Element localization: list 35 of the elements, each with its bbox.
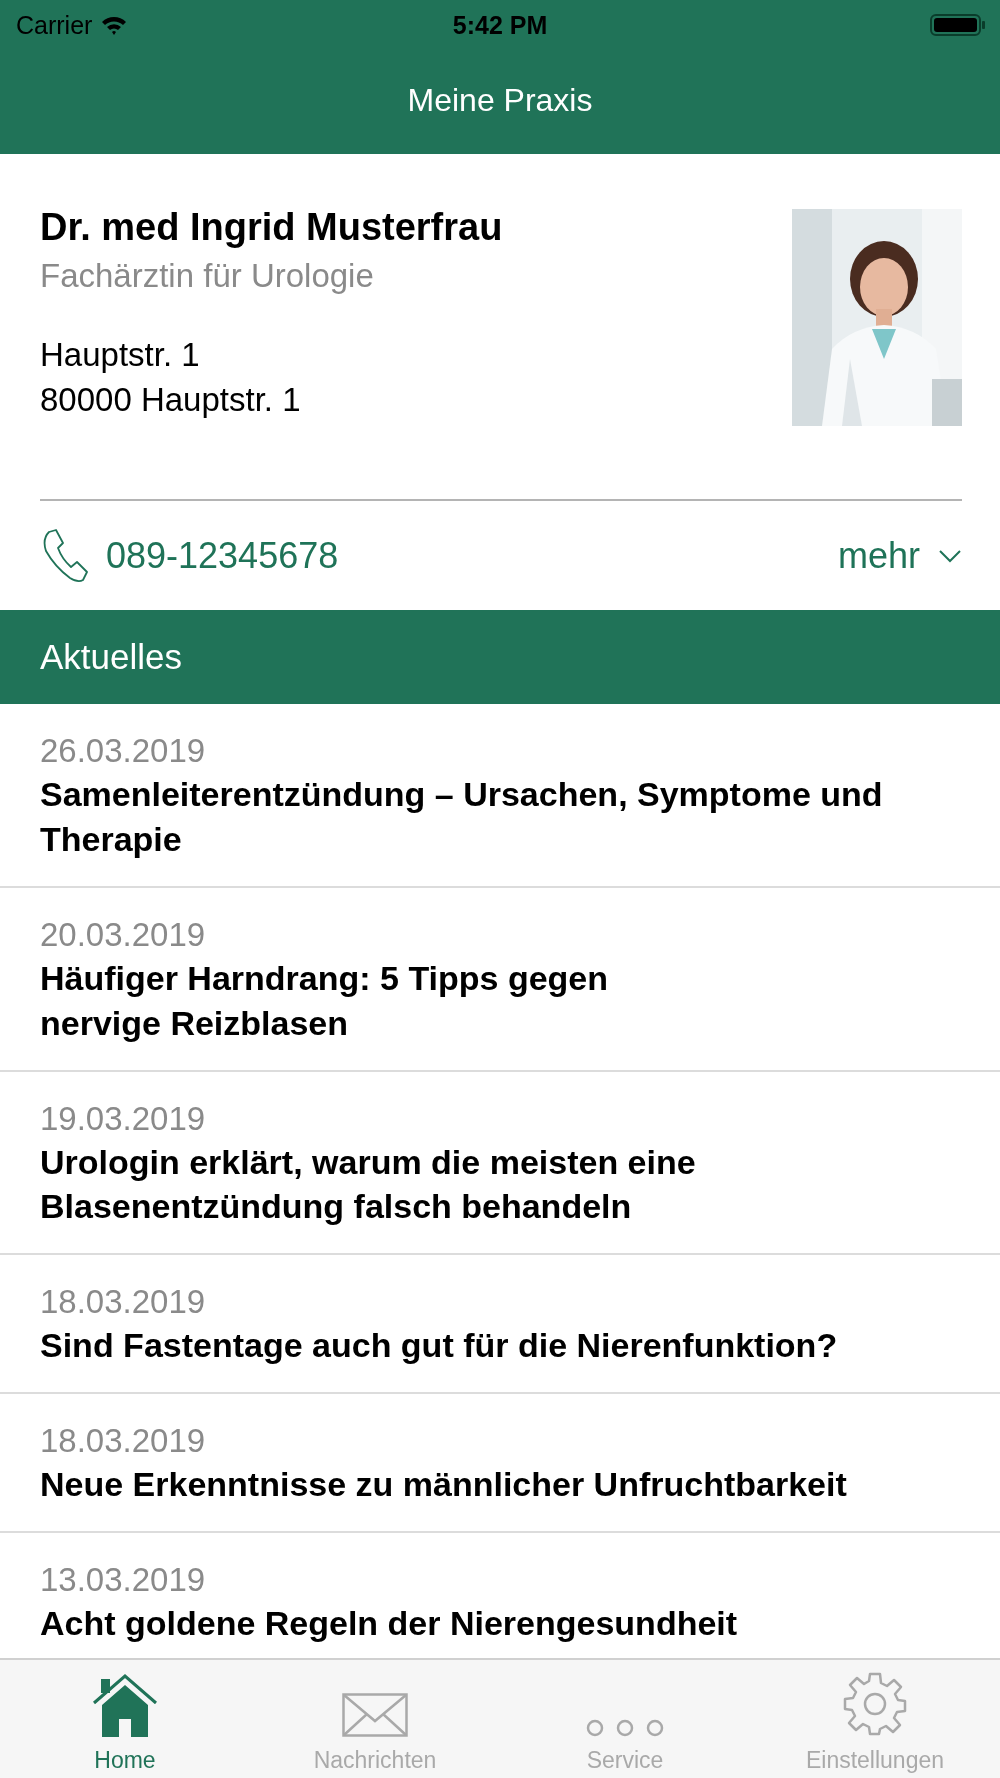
phone-link[interactable]: 089-12345678 [40, 528, 339, 583]
news-title: Samenleiterentzündung – Ursachen, Symptome und Therapie [40, 774, 884, 860]
carrier-label: Carrier [16, 10, 93, 40]
tab-item[interactable]: Home [0, 1660, 250, 1778]
news-title: Acht goldene Regeln der Nierengesundheit [40, 1603, 739, 1644]
news-title: Häufiger Harndrang: 5 Tipps gegen nervige Reizblasen [40, 957, 609, 1044]
news-date: 26.03.2019 [40, 732, 207, 770]
news-title: Urologin erklärt, warum die meisten eine Blasenentzündung falsch behandeln [40, 1141, 697, 1228]
address-line: Hauptstr. 1 [40, 335, 201, 375]
news-item[interactable]: 26.03.2019 Samenleiterentzündung – Ursachen, Symptome und Therapie [0, 704, 1000, 888]
news-date: 18.03.2019 [40, 1283, 207, 1322]
wifi-icon [100, 14, 129, 36]
clock: 5:42 PM [452, 10, 548, 40]
news-item[interactable]: 18.03.2019 Sind Fastentage auch gut für die Nierenfunktion? [0, 1255, 1000, 1395]
more-button[interactable]: mehr [837, 534, 962, 577]
news-date: 19.03.2019 [40, 1099, 207, 1138]
specialty-text: Fachärztin für Urologie [40, 257, 375, 295]
screen-title: Meine Praxis [406, 82, 594, 119]
news-date: 20.03.2019 [40, 915, 207, 954]
news-item[interactable]: 18.03.2019 Neue Erkenntnisse zu männlicher Unfruchtbarkeit [0, 1394, 1000, 1533]
news-date: 13.03.2019 [40, 1561, 207, 1599]
home-icon [92, 1673, 158, 1737]
news-title: Sind Fastentage auch gut für die Nierenfunktion? [40, 1325, 839, 1367]
news-date: 18.03.2019 [40, 1422, 207, 1461]
news-title: Neue Erkenntnisse zu männlicher Unfruchtbarkeit [40, 1464, 848, 1506]
more-icon [586, 1719, 664, 1737]
doctor-name: Dr. med Ingrid Musterfrau [40, 206, 503, 249]
news-item[interactable]: 19.03.2019 Urologin erklärt, warum die meisten eine Blasenentzündung falsch behandeln [0, 1071, 1000, 1256]
news-item[interactable]: 20.03.2019 Häufiger Harndrang: 5 Tipps gegen nervige Reizblasen [0, 887, 1000, 1072]
chevron-down-icon [938, 548, 962, 563]
section-title: Aktuelles [40, 637, 183, 677]
battery-icon [930, 13, 986, 37]
settings-icon [842, 1671, 908, 1737]
mail-icon [342, 1693, 408, 1737]
address-line: 80000 Hauptstr. 1 [40, 379, 302, 420]
